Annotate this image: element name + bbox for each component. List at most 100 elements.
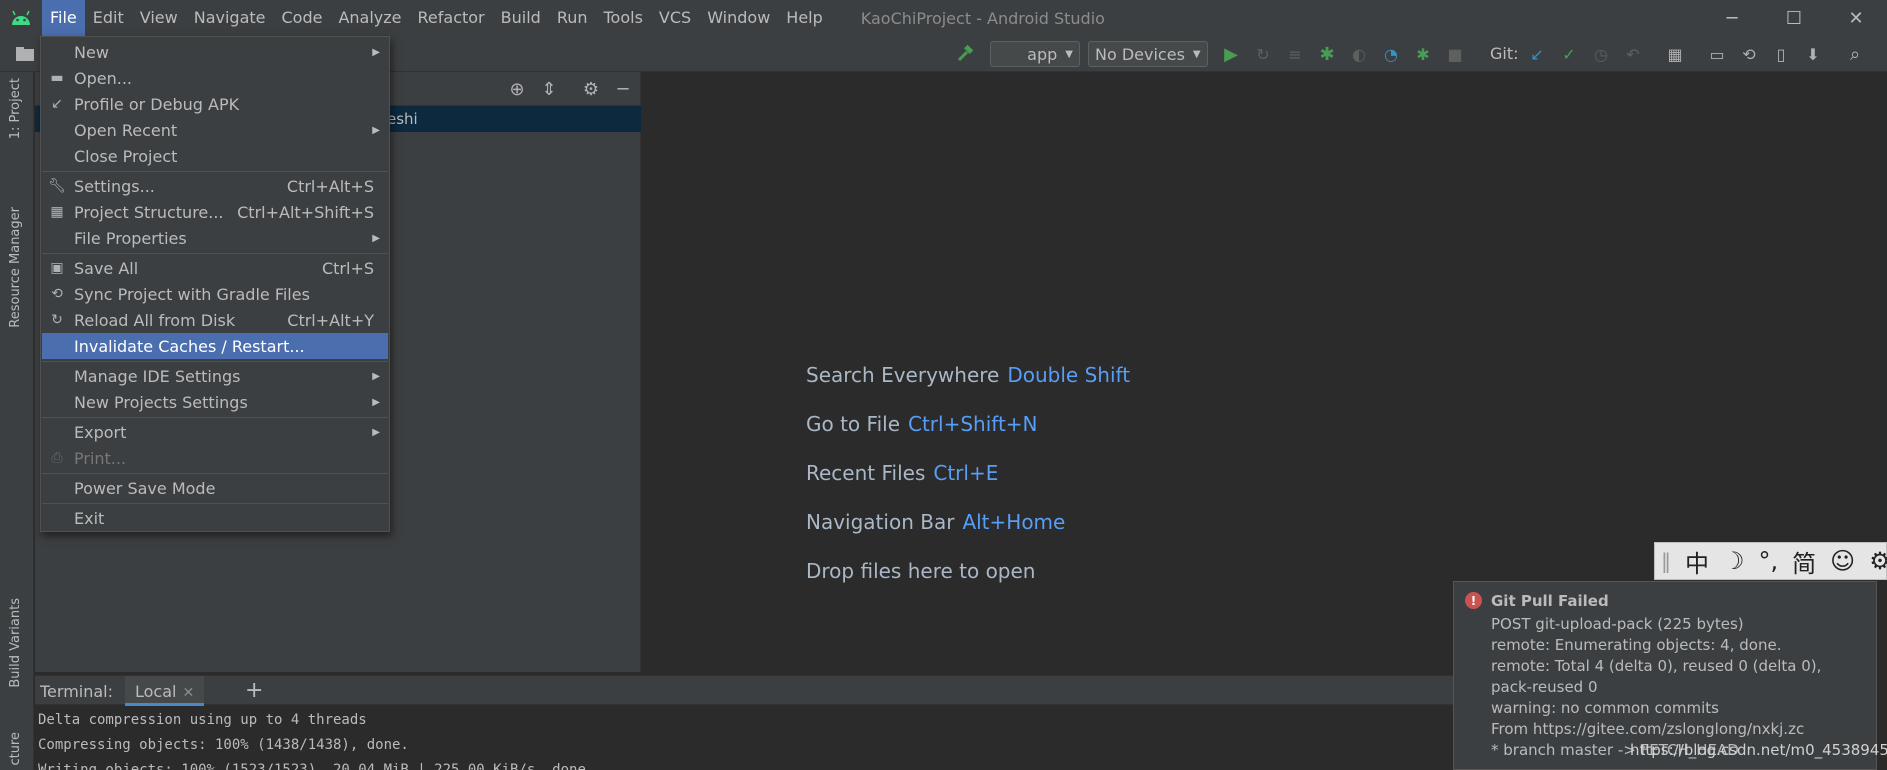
terminal-tab-local[interactable]: Local ✕ — [125, 676, 205, 706]
apply-changes-icon[interactable]: ↻ — [1252, 42, 1274, 66]
menu-navigate[interactable]: Navigate — [186, 0, 274, 36]
menu-file[interactable]: File — [42, 0, 85, 36]
hint-label: Drop files here to open — [806, 559, 1036, 583]
main-menus: File Edit View Navigate Code Analyze Ref… — [42, 0, 831, 36]
menu-item-new-projects-settings[interactable]: New Projects Settings ▶ — [42, 389, 388, 415]
sdk-manager-icon[interactable]: ⬇ — [1802, 42, 1824, 66]
menu-item-profile-debug-apk[interactable]: ↙ Profile or Debug APK — [42, 91, 388, 117]
menu-item-label: File Properties — [74, 228, 187, 248]
run-config-select[interactable]: app ▼ — [990, 41, 1080, 67]
menu-refactor[interactable]: Refactor — [410, 0, 493, 36]
menu-item-open-recent[interactable]: Open Recent ▶ — [42, 117, 388, 143]
ime-chinese-mode[interactable]: 中 — [1685, 544, 1709, 579]
menu-item-print[interactable]: ⎙ Print... — [42, 445, 388, 471]
gradle-sync-icon[interactable]: ⟲ — [1738, 42, 1760, 66]
git-rollback-icon[interactable]: ↶ — [1622, 42, 1644, 66]
submenu-arrow-icon: ▶ — [372, 124, 380, 136]
menu-item-power-save-mode[interactable]: Power Save Mode — [42, 475, 388, 501]
terminal-title: Terminal: — [40, 682, 114, 701]
menu-window[interactable]: Window — [699, 0, 778, 36]
menu-item-settings[interactable]: 🔧︎ Settings... Ctrl+Alt+S — [42, 173, 388, 199]
menu-view[interactable]: View — [132, 0, 186, 36]
tab-project[interactable]: 1: Project — [8, 78, 23, 139]
attach-debugger-icon[interactable]: ✱ — [1412, 42, 1434, 66]
hide-panel-icon[interactable]: ─ — [612, 78, 634, 100]
hint-navigation-bar: Navigation Bar Alt+Home — [806, 510, 1065, 534]
submenu-arrow-icon: ▶ — [372, 426, 380, 438]
menu-item-open[interactable]: ▬ Open... — [42, 65, 388, 91]
window-controls: ─ ☐ ✕ — [1701, 0, 1887, 36]
profile-icon[interactable]: ◔ — [1380, 42, 1402, 66]
project-tree-row-label: eshi — [387, 110, 418, 128]
make-project-hammer-icon[interactable] — [954, 42, 976, 66]
menu-item-label: Export — [74, 422, 127, 442]
apply-code-changes-icon[interactable]: ≡ — [1284, 42, 1306, 66]
menu-code[interactable]: Code — [274, 0, 331, 36]
ime-halfwidth-moon-icon[interactable]: ☽ — [1723, 547, 1745, 575]
menu-tools[interactable]: Tools — [596, 0, 651, 36]
new-terminal-plus-icon[interactable]: + — [245, 678, 263, 703]
project-structure-icon[interactable]: ▦ — [1664, 42, 1686, 66]
menu-item-save-all[interactable]: ▣ Save All Ctrl+S — [42, 255, 388, 281]
menu-item-label: Save All — [74, 258, 139, 278]
search-icon[interactable]: ⌕ — [1844, 42, 1866, 66]
ime-punctuation[interactable]: °, — [1759, 547, 1779, 575]
menu-run[interactable]: Run — [549, 0, 596, 36]
menu-item-label: Exit — [74, 508, 105, 528]
git-history-icon[interactable]: ◷ — [1590, 42, 1612, 66]
menu-item-export[interactable]: Export ▶ — [42, 419, 388, 445]
menu-item-exit[interactable]: Exit — [42, 505, 388, 531]
left-tool-strip: 1: Project Resource Manager Build Varian… — [0, 72, 34, 770]
maximize-button[interactable]: ☐ — [1763, 0, 1825, 36]
close-icon[interactable]: ✕ — [182, 685, 194, 701]
menu-item-reload-from-disk[interactable]: ↻ Reload All from Disk Ctrl+Alt+Y — [42, 307, 388, 333]
menu-vcs[interactable]: VCS — [651, 0, 699, 36]
ime-drag-handle[interactable]: ‖ — [1661, 549, 1671, 573]
device-select[interactable]: No Devices ▼ — [1088, 41, 1208, 67]
menu-item-close-project[interactable]: Close Project — [42, 143, 388, 169]
project-structure-icon: ▦ — [50, 204, 64, 220]
collapse-all-icon[interactable]: ⇕ — [538, 78, 560, 100]
menu-item-file-properties[interactable]: File Properties ▶ — [42, 225, 388, 251]
menu-item-label: Open... — [74, 68, 132, 88]
terminal-line: Writing objects: 100% (1523/1523), 20.04… — [38, 762, 595, 770]
run-icon[interactable]: ▶ — [1220, 42, 1242, 66]
tab-build-variants[interactable]: Build Variants — [8, 598, 23, 688]
locate-file-icon[interactable]: ⊕ — [506, 78, 528, 100]
menu-item-project-structure[interactable]: ▦ Project Structure... Ctrl+Alt+Shift+S — [42, 199, 388, 225]
layout-inspector-icon[interactable]: ▭ — [1706, 42, 1728, 66]
gear-icon[interactable]: ⚙ — [580, 78, 602, 100]
menu-bar: File Edit View Navigate Code Analyze Ref… — [0, 0, 1887, 36]
git-update-icon[interactable]: ↙ — [1526, 42, 1548, 66]
terminal-output[interactable]: Delta compression using up to 4 threads … — [35, 706, 1453, 770]
menu-edit[interactable]: Edit — [85, 0, 132, 36]
menu-separator — [42, 253, 388, 254]
terminal-line: Delta compression using up to 4 threads — [38, 712, 367, 728]
menu-separator — [42, 503, 388, 504]
menu-item-manage-ide-settings[interactable]: Manage IDE Settings ▶ — [42, 363, 388, 389]
coverage-icon[interactable]: ◐ — [1348, 42, 1370, 66]
debug-icon[interactable]: ✱ — [1316, 42, 1338, 66]
git-commit-icon[interactable]: ✓ — [1558, 42, 1580, 66]
menu-item-shortcut: Ctrl+S — [321, 258, 374, 278]
minimize-button[interactable]: ─ — [1701, 0, 1763, 36]
stop-icon[interactable]: ■ — [1444, 42, 1466, 66]
project-folder-icon[interactable] — [14, 42, 36, 66]
tab-resource-manager[interactable]: Resource Manager — [8, 207, 23, 328]
menu-build[interactable]: Build — [493, 0, 549, 36]
ime-settings-icon[interactable]: ⚙ — [1869, 547, 1887, 575]
avd-manager-icon[interactable]: ▯ — [1770, 42, 1792, 66]
ime-simplified[interactable]: 简 — [1792, 544, 1816, 579]
error-icon: ! — [1465, 592, 1482, 609]
terminal-header: Terminal: Local ✕ + — [35, 675, 1453, 706]
close-window-button[interactable]: ✕ — [1825, 0, 1887, 36]
menu-item-sync-gradle[interactable]: ⟲ Sync Project with Gradle Files — [42, 281, 388, 307]
menu-item-label: Manage IDE Settings — [74, 366, 241, 386]
ime-emoji-icon[interactable]: ☺ — [1830, 547, 1855, 575]
tab-structure[interactable]: cture — [8, 732, 23, 766]
device-label: No Devices — [1095, 44, 1185, 64]
menu-help[interactable]: Help — [778, 0, 830, 36]
menu-analyze[interactable]: Analyze — [330, 0, 409, 36]
menu-item-invalidate-caches[interactable]: Invalidate Caches / Restart... — [42, 333, 388, 359]
menu-item-new[interactable]: New ▶ — [42, 39, 388, 65]
